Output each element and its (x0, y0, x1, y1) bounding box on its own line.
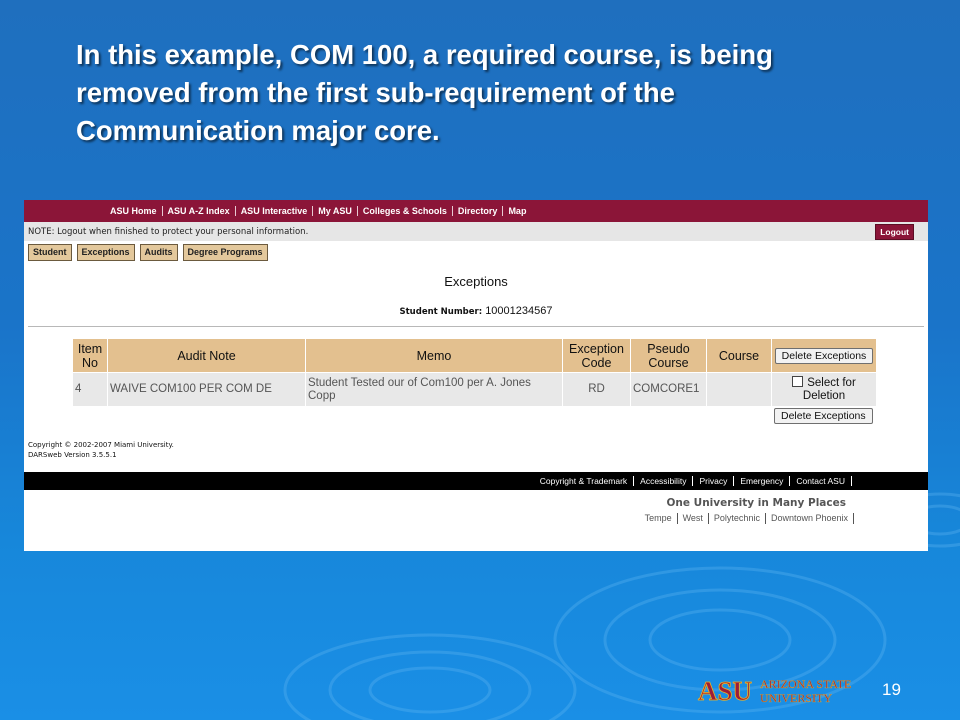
campus-link-west[interactable]: West (678, 513, 709, 524)
nav-colleges-schools[interactable]: Colleges & Schools (356, 206, 452, 216)
tab-degree-programs[interactable]: Degree Programs (182, 244, 268, 261)
col-exception-code: Exception Code (562, 338, 631, 373)
exceptions-table: Item No Audit Note Memo Exception Code P… (72, 338, 877, 407)
slide-title: In this example, COM 100, a required cou… (76, 36, 916, 150)
nav-my-asu[interactable]: My ASU (312, 206, 357, 216)
campus-links: Tempe West Polytechnic Downtown Phoenix (640, 513, 854, 524)
col-item-no-line: Item (77, 341, 103, 356)
col-item-no: Item No (72, 338, 108, 373)
darsweb-screenshot: ASU Home ASU A-Z Index ASU Interactive M… (24, 200, 928, 551)
col-audit-note: Audit Note (107, 338, 306, 373)
footer-link-privacy[interactable]: Privacy (693, 476, 735, 486)
footer-link-copyright[interactable]: Copyright & Trademark (534, 476, 635, 486)
delete-exceptions-button-bottom[interactable]: Delete Exceptions (774, 408, 873, 424)
nav-directory[interactable]: Directory (451, 206, 503, 216)
cell-memo: Student Tested our of Com100 per A. Jone… (305, 372, 563, 407)
col-exception-code-line: Exception (569, 341, 624, 356)
version-line: DARSweb Version 3.5.5.1 (28, 451, 117, 459)
campus-link-polytechnic[interactable]: Polytechnic (709, 513, 766, 524)
logout-button[interactable]: Logout (875, 223, 914, 240)
footer-bar: Copyright & Trademark Accessibility Priv… (24, 472, 928, 490)
select-for-deletion-checkbox[interactable] (792, 376, 804, 387)
campus-link-tempe[interactable]: Tempe (640, 513, 678, 524)
delete-exceptions-button[interactable]: Delete Exceptions (774, 347, 874, 364)
table-row: 4 WAIVE COM100 PER COM DE Student Tested… (72, 372, 877, 407)
asu-logo-name-line2: UNIVERSITY (760, 691, 832, 704)
col-course: Course (706, 338, 772, 373)
tab-audits[interactable]: Audits (139, 244, 178, 261)
table-header-row: Item No Audit Note Memo Exception Code P… (72, 338, 877, 373)
col-item-no-line: No (82, 355, 98, 370)
footer-link-emergency[interactable]: Emergency (734, 476, 791, 486)
nav-map[interactable]: Map (502, 206, 531, 216)
cell-exception-code: RD (562, 372, 631, 407)
nav-asu-interactive[interactable]: ASU Interactive (234, 206, 313, 216)
footer-link-contact[interactable]: Contact ASU (790, 476, 852, 486)
logout-notice: NOTE: Logout when finished to protect yo… (28, 226, 309, 237)
slide-title-line: Communication major core. (76, 115, 440, 146)
asu-logo: ASU ARIZONA STATE UNIVERSITY (698, 676, 852, 704)
col-delete: Delete Exceptions (771, 338, 877, 373)
page-number: 19 (882, 680, 901, 699)
col-pseudo-course: Pseudo Course (630, 338, 707, 373)
cell-pseudo-course: COMCORE1 (630, 372, 707, 407)
copyright-line: Copyright © 2002-2007 Miami University. (28, 441, 174, 449)
asu-top-nav: ASU Home ASU A-Z Index ASU Interactive M… (24, 200, 928, 222)
page-title: Exceptions (444, 274, 508, 289)
copyright-text: Copyright © 2002-2007 Miami University. … (28, 440, 174, 460)
slide-title-line: In this example, COM 100, a required cou… (76, 39, 773, 70)
notice-bar: NOTE: Logout when finished to protect yo… (24, 222, 928, 241)
col-pseudo-course-line: Course (648, 355, 689, 370)
tab-exceptions[interactable]: Exceptions (76, 244, 135, 261)
cell-audit-note: WAIVE COM100 PER COM DE (107, 372, 306, 407)
nav-asu-home[interactable]: ASU Home (105, 206, 162, 216)
footer-link-accessibility[interactable]: Accessibility (634, 476, 694, 486)
col-exception-code-line: Code (581, 355, 612, 370)
asu-logo-mark: ASU (698, 676, 752, 704)
select-for-deletion-label: Select for Deletion (802, 377, 856, 402)
cell-course (706, 372, 772, 407)
slide-title-line: removed from the first sub-requirement o… (76, 77, 675, 108)
asu-logo-name-line1: ARIZONA STATE (760, 677, 851, 691)
col-memo: Memo (305, 338, 563, 373)
tab-student[interactable]: Student (28, 244, 72, 261)
campus-link-downtown[interactable]: Downtown Phoenix (766, 513, 854, 524)
footer-tagline: One University in Many Places (666, 497, 846, 509)
nav-az-index[interactable]: ASU A-Z Index (161, 206, 235, 216)
student-number: Student Number: 10001234567 (24, 305, 928, 317)
student-number-value: 10001234567 (485, 305, 553, 317)
student-number-label: Student Number: (399, 307, 483, 317)
col-pseudo-course-line: Pseudo (647, 341, 690, 356)
cell-select: Select for Deletion (771, 372, 877, 407)
cell-item-no: 4 (72, 372, 108, 407)
divider (28, 326, 924, 327)
section-tabs: Student Exceptions Audits Degree Program… (24, 241, 928, 261)
